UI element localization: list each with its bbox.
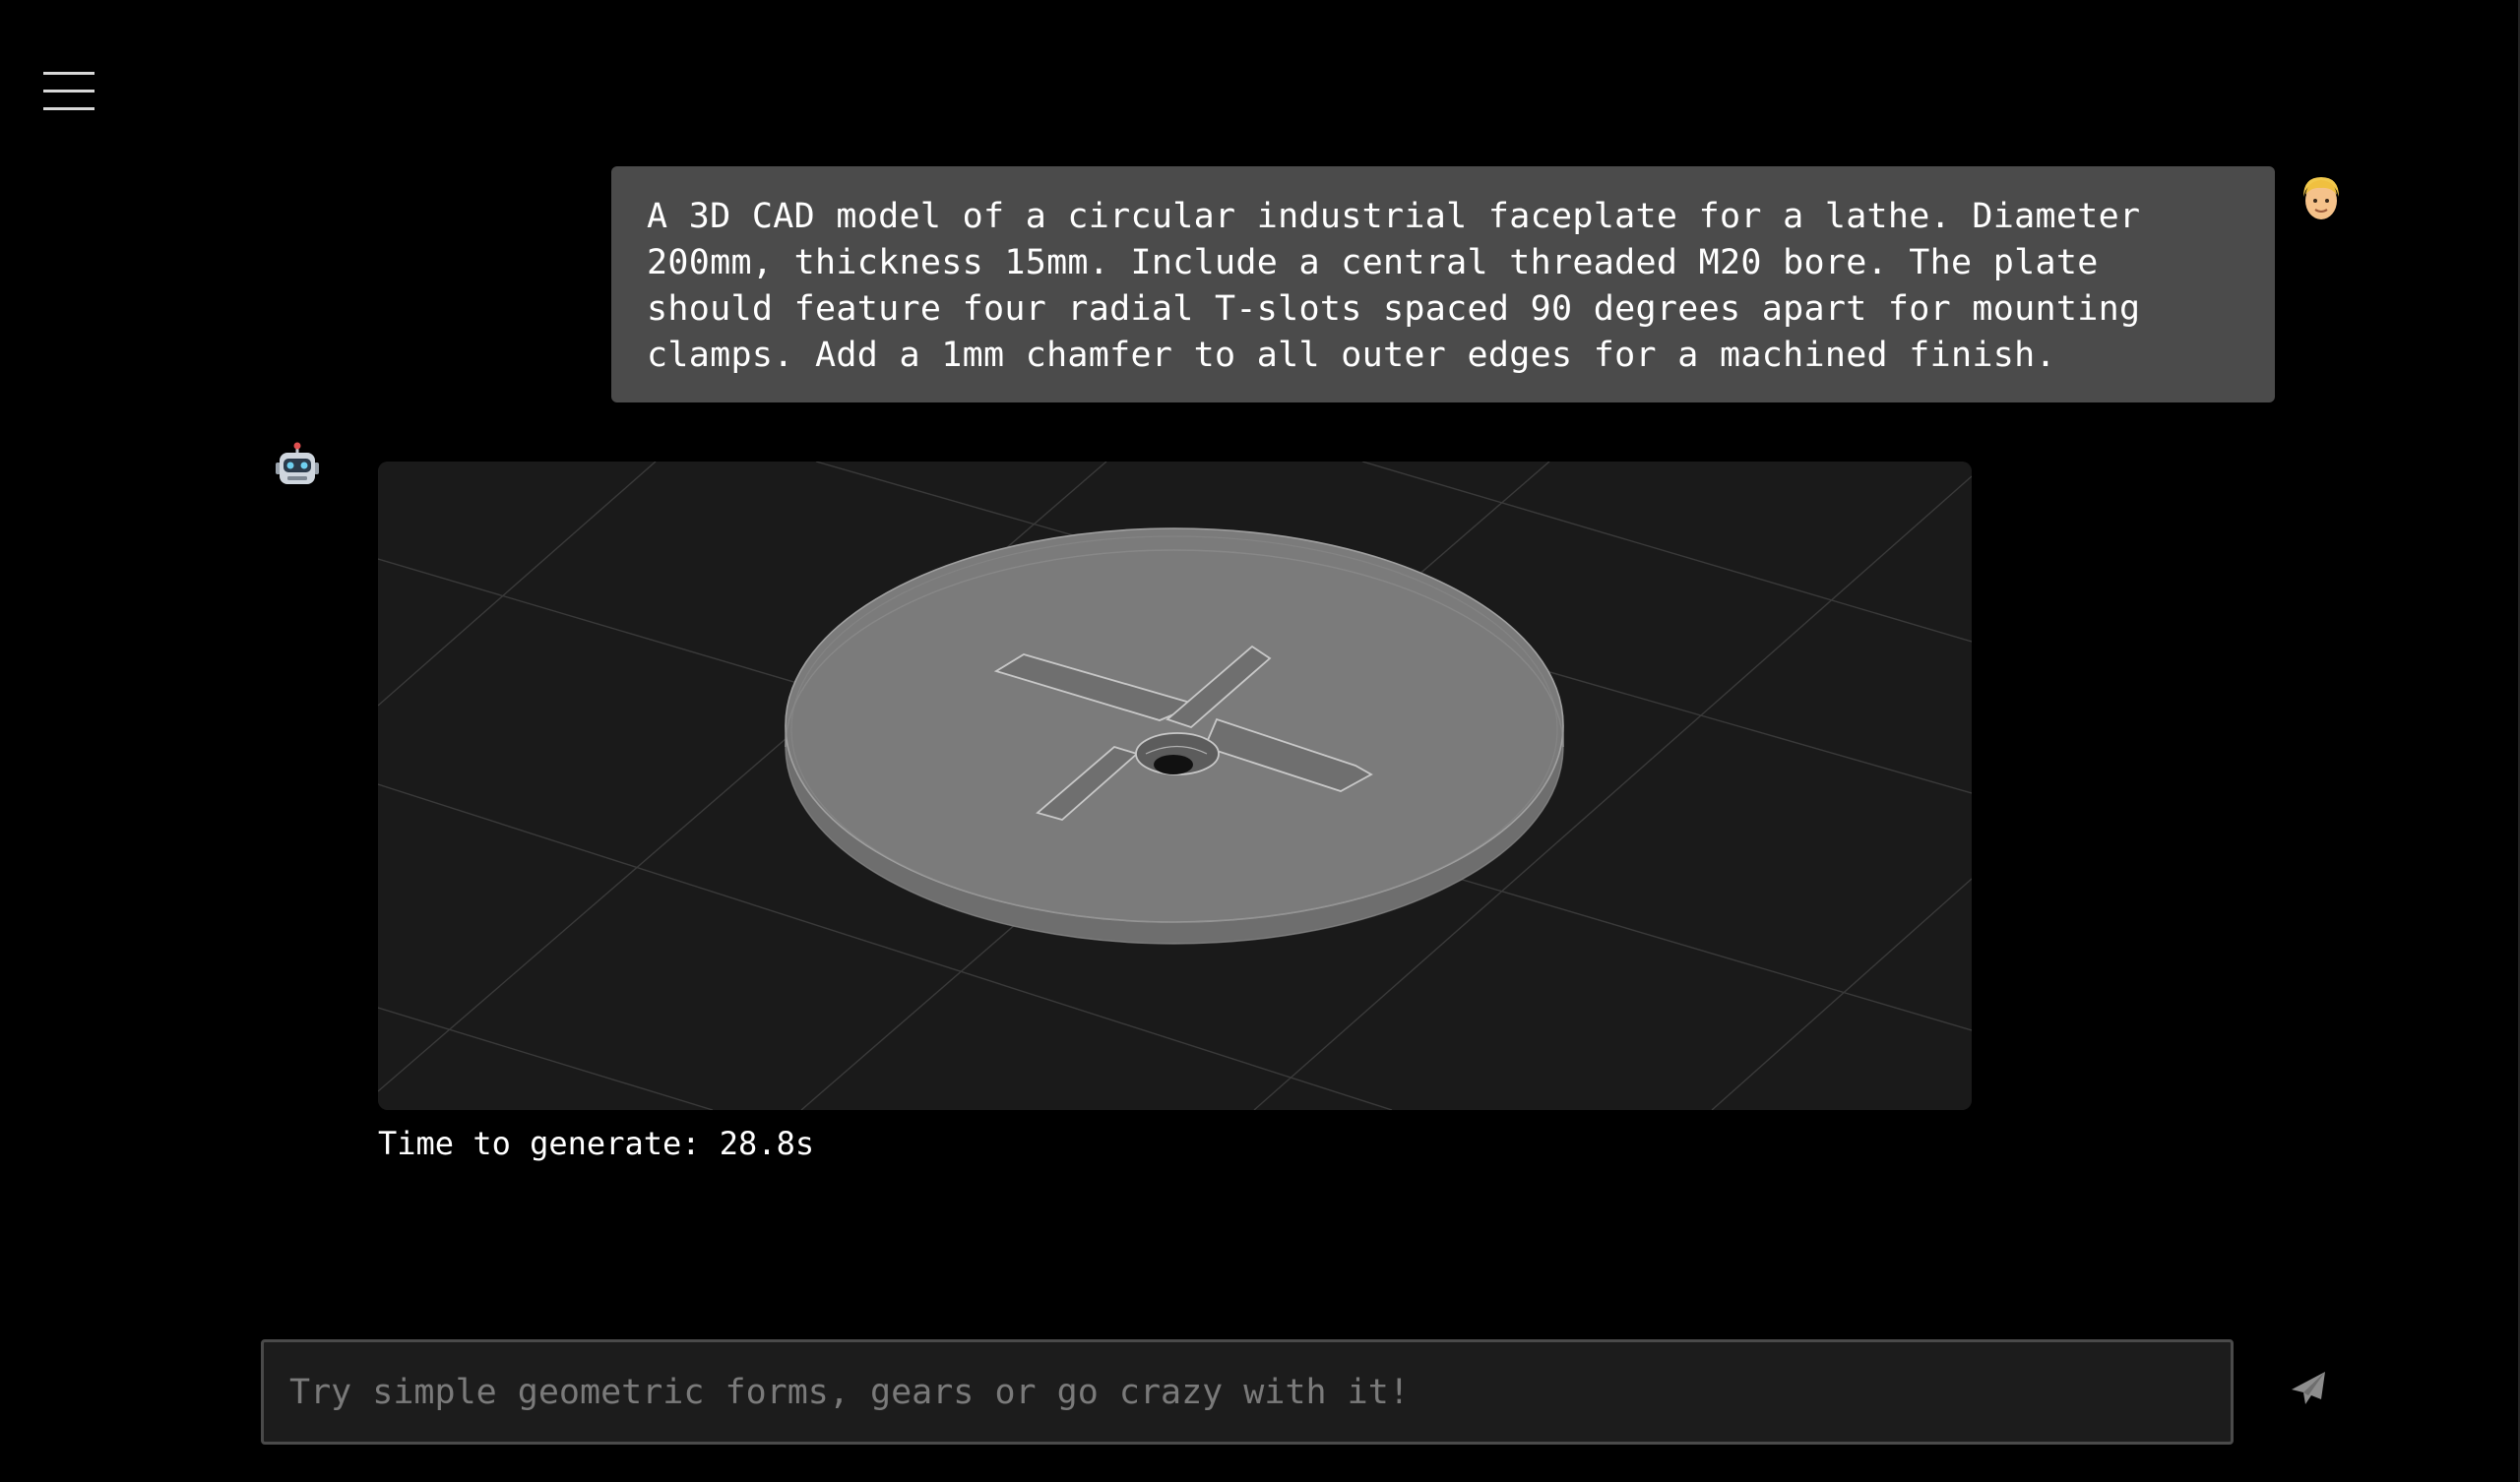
- generation-time-label: Time to generate:: [378, 1125, 701, 1162]
- generation-time-value: 28.8s: [719, 1125, 815, 1162]
- robot-avatar-icon: [270, 441, 325, 496]
- faceplate-model: [785, 527, 1564, 945]
- app-root: A 3D CAD model of a circular industrial …: [0, 0, 2520, 1482]
- hamburger-menu-icon[interactable]: [39, 69, 98, 116]
- send-button[interactable]: [2280, 1360, 2337, 1417]
- 3d-model-viewer[interactable]: [378, 462, 1972, 1110]
- paper-plane-send-icon: [2292, 1372, 2325, 1404]
- user-avatar-icon: [2294, 171, 2349, 226]
- prompt-input[interactable]: [261, 1339, 2234, 1445]
- generation-time-caption: Time to generate: 28.8s: [378, 1124, 814, 1163]
- user-message-bubble: A 3D CAD model of a circular industrial …: [611, 166, 2275, 402]
- user-message-text: A 3D CAD model of a circular industrial …: [647, 197, 2141, 375]
